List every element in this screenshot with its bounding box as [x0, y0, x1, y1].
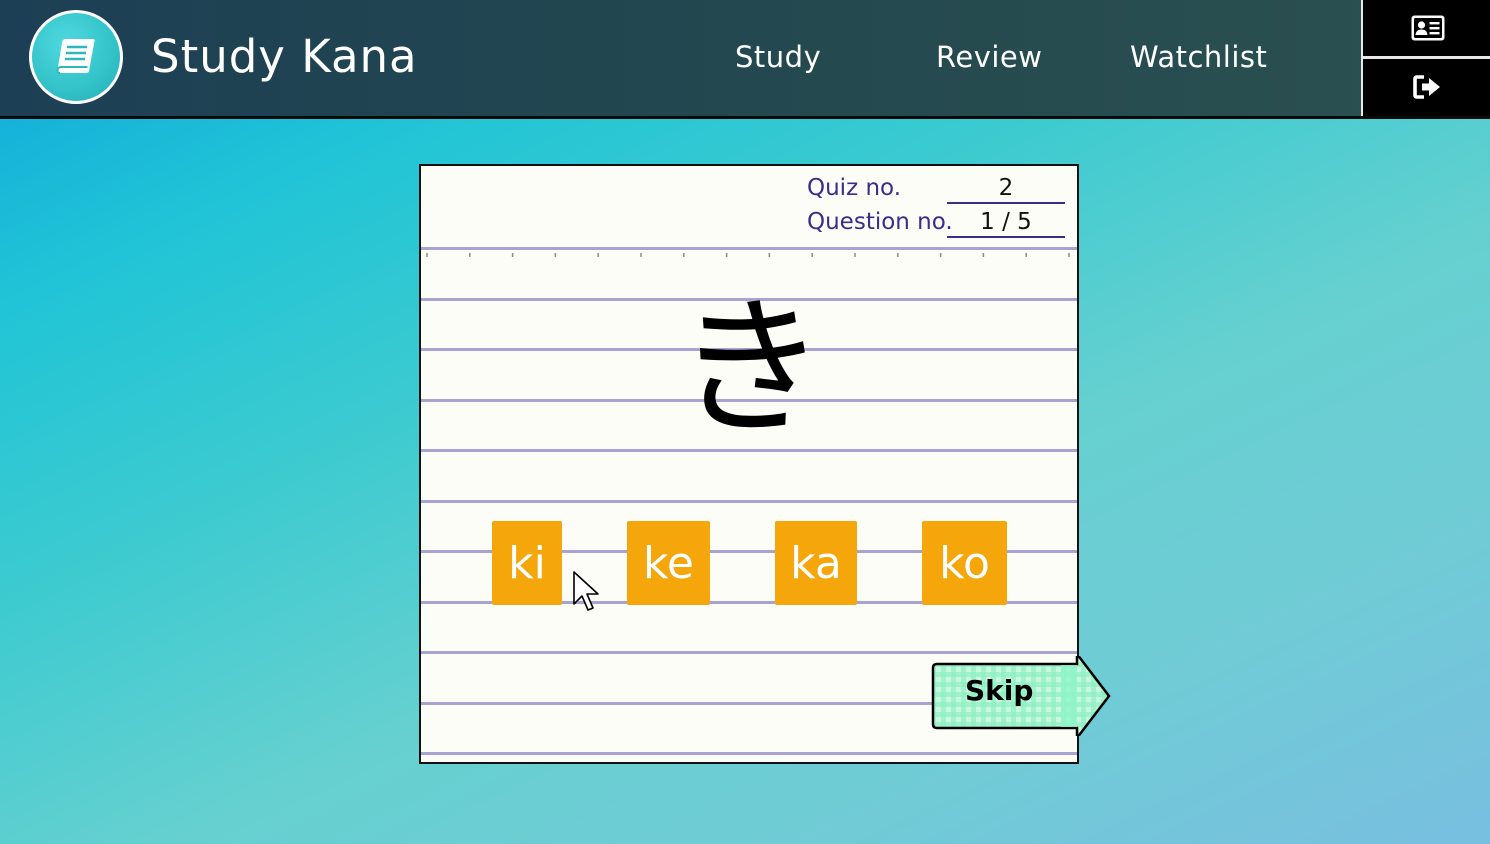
kana-character: き	[675, 282, 826, 456]
skip-label: Skip	[965, 674, 1034, 707]
skip-button[interactable]: Skip	[931, 650, 1113, 742]
quiz-number-value: 2	[947, 174, 1065, 204]
logout-button[interactable]	[1363, 59, 1490, 115]
nav-review[interactable]: Review	[936, 38, 1042, 76]
nav-study[interactable]: Study	[735, 38, 821, 76]
app-title: Study Kana	[151, 30, 418, 83]
nav-watchlist[interactable]: Watchlist	[1130, 38, 1267, 76]
quiz-number-label: Quiz no.	[807, 175, 902, 201]
profile-card-icon	[1411, 15, 1444, 41]
ruled-line	[421, 247, 1077, 250]
profile-button[interactable]	[1363, 0, 1490, 56]
answer-option-ke[interactable]: ke	[627, 521, 710, 605]
answer-option-ka[interactable]: ka	[775, 521, 857, 605]
tick-marks	[426, 253, 1070, 257]
account-panel	[1361, 0, 1490, 116]
ruled-line	[421, 651, 1077, 654]
app-logo[interactable]	[29, 10, 123, 104]
logout-icon	[1412, 75, 1440, 99]
ruled-line	[421, 752, 1077, 755]
book-icon	[56, 39, 95, 74]
question-number-value: 1 / 5	[947, 208, 1065, 238]
answer-option-ki[interactable]: ki	[492, 521, 562, 605]
ruled-line	[421, 500, 1077, 503]
question-number-label: Question no.	[807, 209, 953, 235]
quiz-card: Quiz no. 2 Question no. 1 / 5 き ki ke ka…	[419, 164, 1111, 764]
answer-option-ko[interactable]: ko	[922, 521, 1007, 605]
top-header: Study Kana Study Review Watchlist	[0, 0, 1490, 119]
